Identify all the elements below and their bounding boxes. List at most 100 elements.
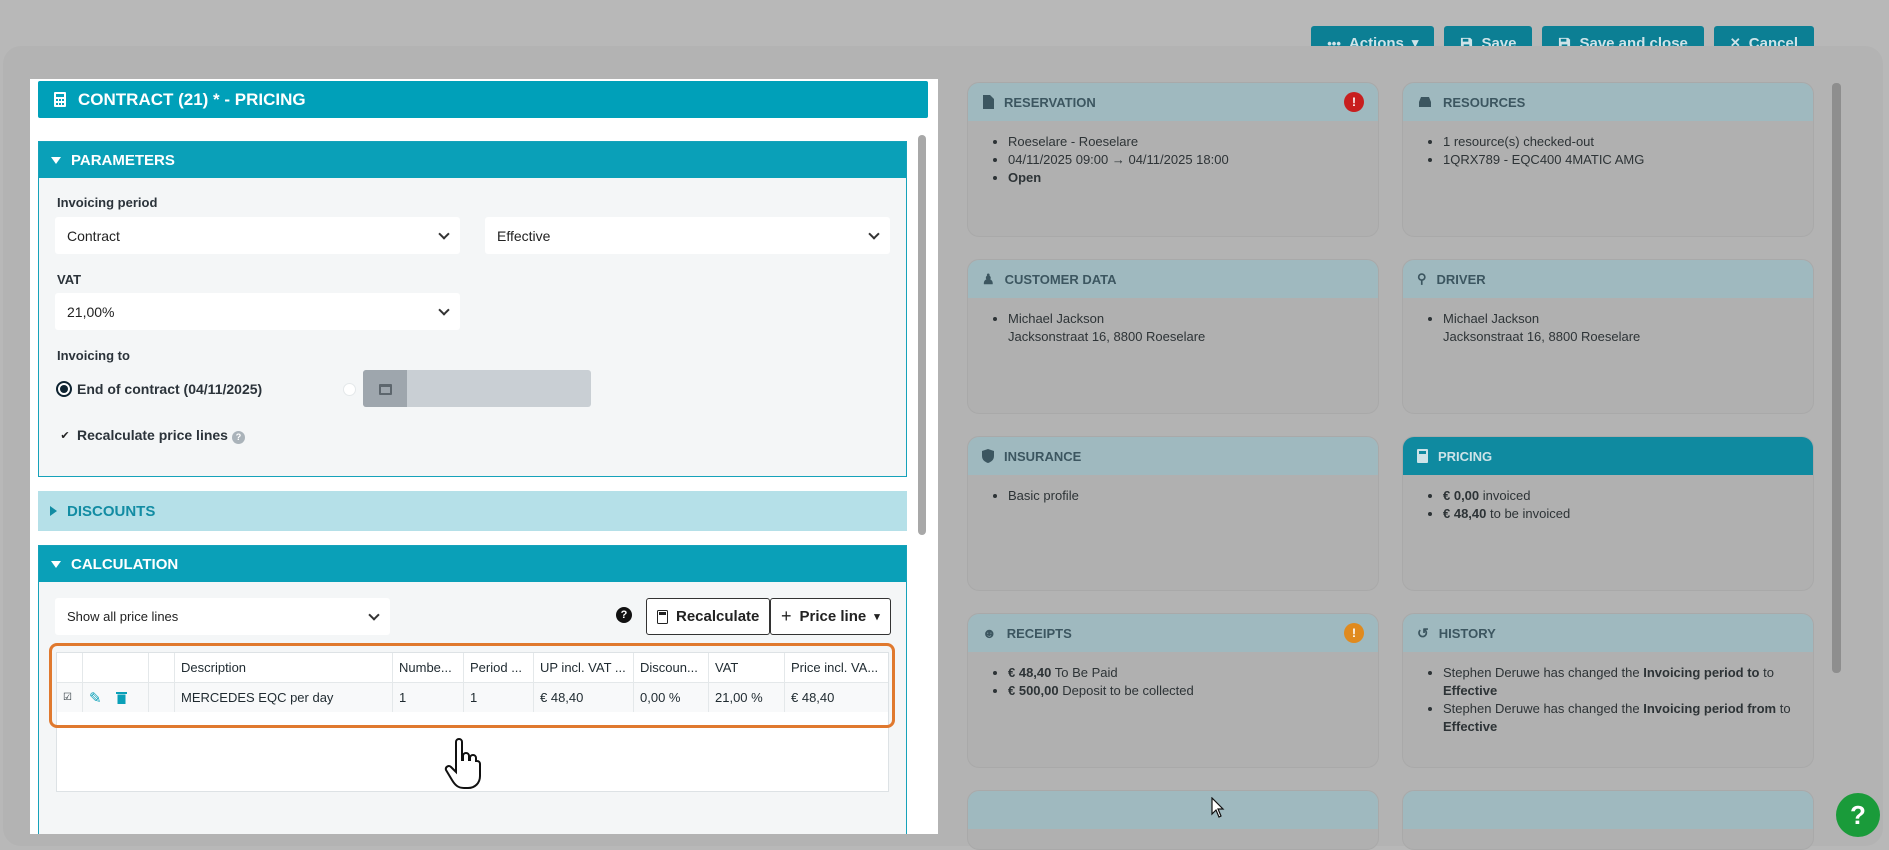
- alert-badge: !: [1344, 92, 1364, 112]
- chevron-down-icon: [868, 227, 880, 240]
- driver-title: DRIVER: [1436, 271, 1486, 287]
- resources-count: 1 resource(s) checked-out: [1443, 133, 1799, 151]
- insurance-profile: Basic profile: [1008, 487, 1364, 505]
- modal-scrollbar[interactable]: [918, 135, 926, 535]
- resources-card[interactable]: RESOURCES 1 resource(s) checked-out 1QRX…: [1402, 82, 1814, 237]
- radio-selected-dot: [60, 385, 68, 393]
- help-icon[interactable]: ?: [616, 607, 632, 623]
- invoicing-date-input[interactable]: [363, 370, 591, 407]
- resources-header: RESOURCES: [1403, 83, 1813, 121]
- reservation-location: Roeselare - Roeselare: [1008, 133, 1364, 151]
- add-price-line-button[interactable]: + Price line ▾: [770, 598, 891, 635]
- history-field: Invoicing period from: [1643, 701, 1777, 716]
- recalculate-label: Recalculate price lines?: [77, 427, 245, 444]
- discounts-title: DISCOUNTS: [67, 502, 156, 520]
- card-partial: [1402, 790, 1814, 850]
- card-partial-header: [1403, 791, 1813, 829]
- customer-list: Michael Jackson Jacksonstraat 16, 8800 Ro…: [968, 298, 1378, 346]
- chevron-down-icon: [438, 303, 450, 316]
- recalculate-text: Recalculate price lines: [77, 427, 228, 443]
- receipts-header: ☻ RECEIPTS: [968, 614, 1378, 652]
- help-button[interactable]: ?: [1836, 793, 1880, 837]
- page-title: CONTRACT (21) * - PRICING: [78, 89, 306, 109]
- to-invoice-amount: € 48,40: [1443, 506, 1487, 521]
- parameters-header[interactable]: PARAMETERS: [39, 142, 906, 178]
- custom-date-radio[interactable]: [343, 383, 356, 396]
- history-text: to: [1763, 665, 1774, 680]
- price-lines-filter-select[interactable]: Show all price lines: [55, 598, 390, 635]
- right-scrollbar[interactable]: [1832, 83, 1841, 673]
- caret-down-icon: ▾: [874, 611, 880, 623]
- reservation-dates: 04/11/2025 09:00 → 04/11/2025 18:00: [1008, 151, 1364, 169]
- recalculate-checkbox[interactable]: ✔: [58, 428, 72, 442]
- discounts-header[interactable]: DISCOUNTS: [38, 491, 907, 531]
- receipts-title: RECEIPTS: [1006, 625, 1072, 641]
- driver-entry: Michael Jackson Jacksonstraat 16, 8800 Ro…: [1443, 310, 1799, 346]
- history-value: Effective: [1443, 719, 1498, 734]
- driver-address: Jacksonstraat 16, 8800 Roeselare: [1443, 329, 1641, 344]
- invoiced-amount: € 0,00: [1443, 488, 1480, 503]
- resources-title: RESOURCES: [1443, 94, 1526, 110]
- hand-pointer-icon: [444, 738, 481, 789]
- invoicing-period-select[interactable]: Contract: [55, 217, 460, 254]
- customer-data-card[interactable]: ♟ CUSTOMER DATA Michael Jackson Jacksonst…: [967, 259, 1379, 414]
- insurance-header: INSURANCE: [968, 437, 1378, 475]
- pricing-to-invoice: € 48,40 to be invoiced: [1443, 505, 1799, 523]
- price-lines-filter-value: Show all price lines: [67, 609, 179, 624]
- history-value: Effective: [1443, 683, 1498, 698]
- receipts-list: € 48,40 To Be Paid € 500,00 Deposit to b…: [968, 652, 1378, 700]
- calculation-title: CALCULATION: [71, 555, 179, 573]
- history-title: HISTORY: [1438, 625, 1496, 641]
- history-text: Stephen Deruwe has changed the: [1443, 701, 1640, 716]
- recalculate-button-label: Recalculate: [676, 608, 760, 625]
- end-of-contract-label: End of contract (04/11/2025): [77, 381, 263, 397]
- to-invoice-text: to be invoiced: [1490, 506, 1571, 521]
- mouse-pointer-icon: [1211, 797, 1225, 818]
- history-text: Stephen Deruwe has changed the: [1443, 665, 1640, 680]
- recalculate-button[interactable]: Recalculate: [646, 598, 771, 635]
- calendar-icon[interactable]: [363, 370, 407, 407]
- customer-title: CUSTOMER DATA: [1004, 271, 1117, 287]
- pricing-card[interactable]: PRICING € 0,00 invoiced € 48,40 to be in…: [1402, 436, 1814, 591]
- customer-entry: Michael Jackson Jacksonstraat 16, 8800 Ro…: [1008, 310, 1364, 346]
- deposit-text: Deposit to be collected: [1062, 683, 1194, 698]
- reservation-list: Roeselare - Roeselare 04/11/2025 09:00 →…: [968, 121, 1378, 187]
- history-entry: Stephen Deruwe has changed the Invoicing…: [1443, 700, 1799, 736]
- parameters-title: PARAMETERS: [71, 151, 175, 169]
- shield-icon: [982, 449, 994, 463]
- pricing-list: € 0,00 invoiced € 48,40 to be invoiced: [1403, 475, 1813, 523]
- user-money-icon: ☻: [982, 625, 997, 641]
- period-mode-select[interactable]: Effective: [485, 217, 890, 254]
- highlight-outline: [49, 643, 895, 728]
- reservation-status: Open: [1008, 169, 1364, 187]
- help-icon[interactable]: ?: [231, 430, 245, 444]
- reservation-card[interactable]: RESERVATION ! Roeselare - Roeselare 04/1…: [967, 82, 1379, 237]
- receipt-to-be-paid: € 48,40 To Be Paid: [1008, 664, 1364, 682]
- history-list: Stephen Deruwe has changed the Invoicing…: [1403, 652, 1813, 736]
- history-field: Invoicing period to: [1643, 665, 1760, 680]
- insurance-card[interactable]: INSURANCE Basic profile: [967, 436, 1379, 591]
- discounts-panel: DISCOUNTS: [38, 491, 907, 531]
- contract-title-bar: CONTRACT (21) * - PRICING: [38, 81, 928, 118]
- driver-header: ⚲ DRIVER: [1403, 260, 1813, 298]
- pricing-header: PRICING: [1403, 437, 1813, 475]
- vat-label: VAT: [57, 272, 82, 287]
- calculation-header[interactable]: CALCULATION: [39, 546, 906, 582]
- calculator-icon: [1417, 449, 1428, 463]
- price-line-button-label: Price line: [799, 608, 867, 625]
- vat-select[interactable]: 21,00%: [55, 293, 460, 330]
- driver-list: Michael Jackson Jacksonstraat 16, 8800 Ro…: [1403, 298, 1813, 346]
- receipts-card[interactable]: ☻ RECEIPTS ! € 48,40 To Be Paid € 500,00…: [967, 613, 1379, 768]
- card-partial: [967, 790, 1379, 850]
- resources-vehicle: 1QRX789 - EQC400 4MATIC AMG: [1443, 151, 1799, 169]
- car-icon: [1419, 97, 1431, 107]
- history-card[interactable]: ↺ HISTORY Stephen Deruwe has changed the…: [1402, 613, 1814, 768]
- invoiced-text: invoiced: [1482, 488, 1531, 503]
- driver-name: Michael Jackson: [1443, 311, 1540, 326]
- insurance-title: INSURANCE: [1004, 448, 1082, 464]
- driver-card[interactable]: ⚲ DRIVER Michael Jackson Jacksonstraat 16…: [1402, 259, 1814, 414]
- customer-name: Michael Jackson: [1008, 311, 1105, 326]
- invoicing-period-label: Invoicing period: [57, 195, 158, 210]
- end-of-contract-radio[interactable]: [56, 381, 72, 397]
- warning-badge: !: [1344, 623, 1364, 643]
